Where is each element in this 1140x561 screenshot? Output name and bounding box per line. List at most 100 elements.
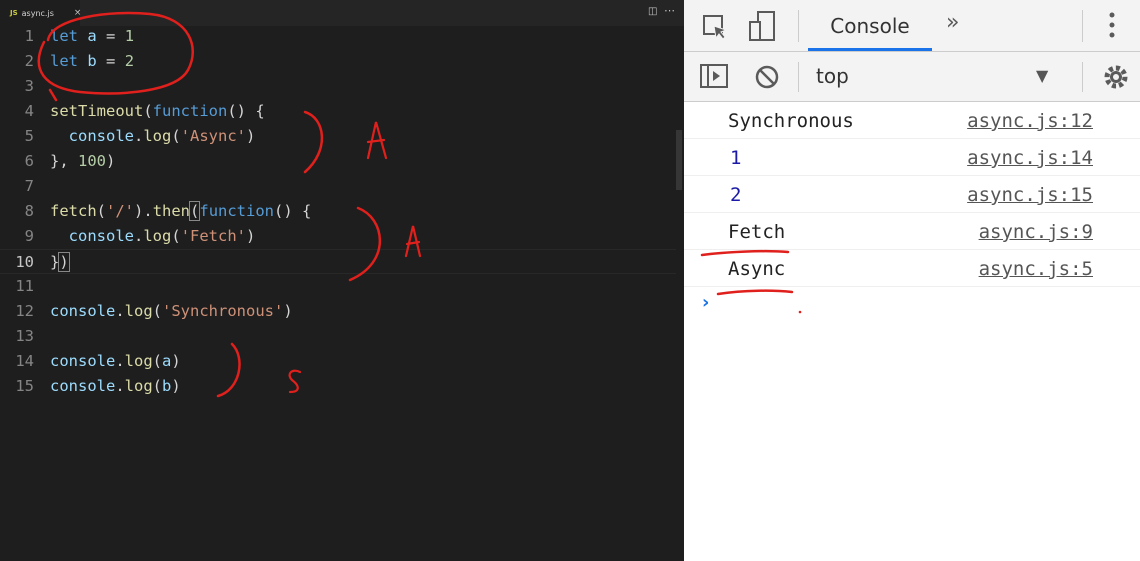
code-token: console [50, 302, 116, 320]
code-token: ( [143, 102, 153, 120]
code-token: ). [134, 202, 153, 220]
code-token: then [152, 202, 191, 220]
code-editor[interactable]: JS async.js × ◫ ⋯ 1 let a = 1 2 let b = 234… [0, 0, 684, 561]
code-token: '/' [106, 202, 135, 220]
code-text[interactable]: fetch('/').then(function() { [50, 199, 311, 224]
editor-scrollbar[interactable] [676, 130, 682, 190]
code-line[interactable]: 10}) [0, 249, 676, 274]
tab-filename: async.js [21, 8, 54, 18]
code-text[interactable]: console.log('Async') [50, 124, 256, 149]
code-area[interactable]: 1 let a = 1 2 let b = 2 3 4 setTimeout(functio… [0, 24, 676, 399]
code-line[interactable]: 1 let a = 1 [0, 24, 676, 49]
code-token: ( [171, 127, 181, 145]
code-token: function [152, 102, 228, 120]
code-line[interactable]: 14 console.log(a) [0, 349, 676, 374]
code-token: . [134, 127, 144, 145]
code-text[interactable]: console.log(b) [50, 374, 181, 399]
code-text[interactable]: setTimeout(function() { [50, 99, 265, 124]
code-token: fetch [50, 202, 97, 220]
line-number: 15 [15, 377, 34, 395]
code-token: a [87, 27, 97, 45]
code-token: ) [283, 302, 293, 320]
code-line[interactable]: 11 [0, 274, 676, 299]
code-token: ( [152, 352, 163, 370]
code-token: console [68, 227, 134, 245]
line-number: 12 [15, 302, 34, 320]
code-token: b [162, 377, 172, 395]
line-number: 10 [15, 253, 34, 271]
tab-async-js[interactable]: JS async.js × [0, 0, 82, 26]
line-number: 13 [15, 327, 34, 345]
code-token: 'Synchronous' [162, 302, 284, 320]
line-number: 1 [24, 27, 34, 45]
code-token: ( [96, 202, 107, 220]
code-line[interactable]: 15 console.log(b) [0, 374, 676, 399]
code-token: setTimeout [50, 102, 144, 120]
code-token: 1 [124, 27, 135, 45]
code-token: function [199, 202, 275, 220]
code-token: . [115, 302, 125, 320]
code-token: ) [171, 377, 181, 395]
code-text[interactable]: console.log('Fetch') [50, 224, 256, 249]
code-token: ) [58, 252, 70, 272]
line-number: 11 [15, 277, 34, 295]
code-token: console [50, 352, 116, 370]
more-actions-icon[interactable]: ⋯ [664, 4, 675, 17]
code-line[interactable]: 4 setTimeout(function() { [0, 99, 676, 124]
code-text[interactable]: let a = 1 [50, 24, 134, 49]
code-line[interactable]: 7 [0, 174, 676, 199]
code-token: = [96, 27, 125, 45]
line-number: 8 [24, 202, 34, 220]
split-editor-icon[interactable]: ◫ [648, 6, 657, 17]
line-number: 3 [24, 77, 34, 95]
code-line[interactable]: 2 let b = 2 [0, 49, 676, 74]
code-token: ) [246, 127, 256, 145]
code-token: ( [188, 201, 201, 221]
line-number: 6 [24, 152, 34, 170]
code-token: . [115, 352, 125, 370]
code-token: b [87, 52, 97, 70]
code-token: () { [227, 102, 265, 120]
js-file-icon: JS [10, 9, 18, 17]
underline-annotations [700, 249, 802, 314]
code-token: 2 [124, 52, 135, 70]
code-line[interactable]: 12 console.log('Synchronous') [0, 299, 676, 324]
line-number: 9 [24, 227, 34, 245]
close-icon[interactable]: × [74, 8, 82, 18]
line-number: 5 [24, 127, 34, 145]
code-token: log [124, 377, 153, 395]
code-token: }, [50, 152, 78, 170]
code-text[interactable]: console.log('Synchronous') [50, 299, 293, 324]
code-text[interactable]: let b = 2 [50, 49, 134, 74]
code-token: . [134, 227, 144, 245]
line-number: 2 [24, 52, 34, 70]
code-token: log [124, 352, 153, 370]
code-token: log [124, 302, 153, 320]
code-token: 'Fetch' [180, 227, 247, 245]
line-number: 4 [24, 102, 34, 120]
code-line[interactable]: 3 [0, 74, 676, 99]
code-line[interactable]: 8 fetch('/').then(function() { [0, 199, 676, 224]
code-token: ( [152, 377, 163, 395]
code-text[interactable]: console.log(a) [50, 349, 181, 374]
editor-tab-bar: JS async.js × ◫ ⋯ [0, 0, 684, 26]
code-line[interactable]: 6 }, 100) [0, 149, 676, 174]
code-token: let [50, 52, 78, 70]
code-token: . [115, 377, 125, 395]
devtools-panel: Console » top ▼ Synchronous async.js:12 1 a… [684, 0, 1140, 561]
code-token: ) [246, 227, 256, 245]
line-number: 7 [24, 177, 34, 195]
code-token: ( [152, 302, 163, 320]
code-text[interactable]: }) [50, 250, 70, 275]
code-text[interactable]: }, 100) [50, 149, 115, 174]
code-line[interactable]: 5 console.log('Async') [0, 124, 676, 149]
code-line[interactable]: 13 [0, 324, 676, 349]
code-token: log [143, 227, 172, 245]
code-token: 100 [78, 152, 106, 170]
code-line[interactable]: 9 console.log('Fetch') [0, 224, 676, 249]
code-token: a [162, 352, 172, 370]
